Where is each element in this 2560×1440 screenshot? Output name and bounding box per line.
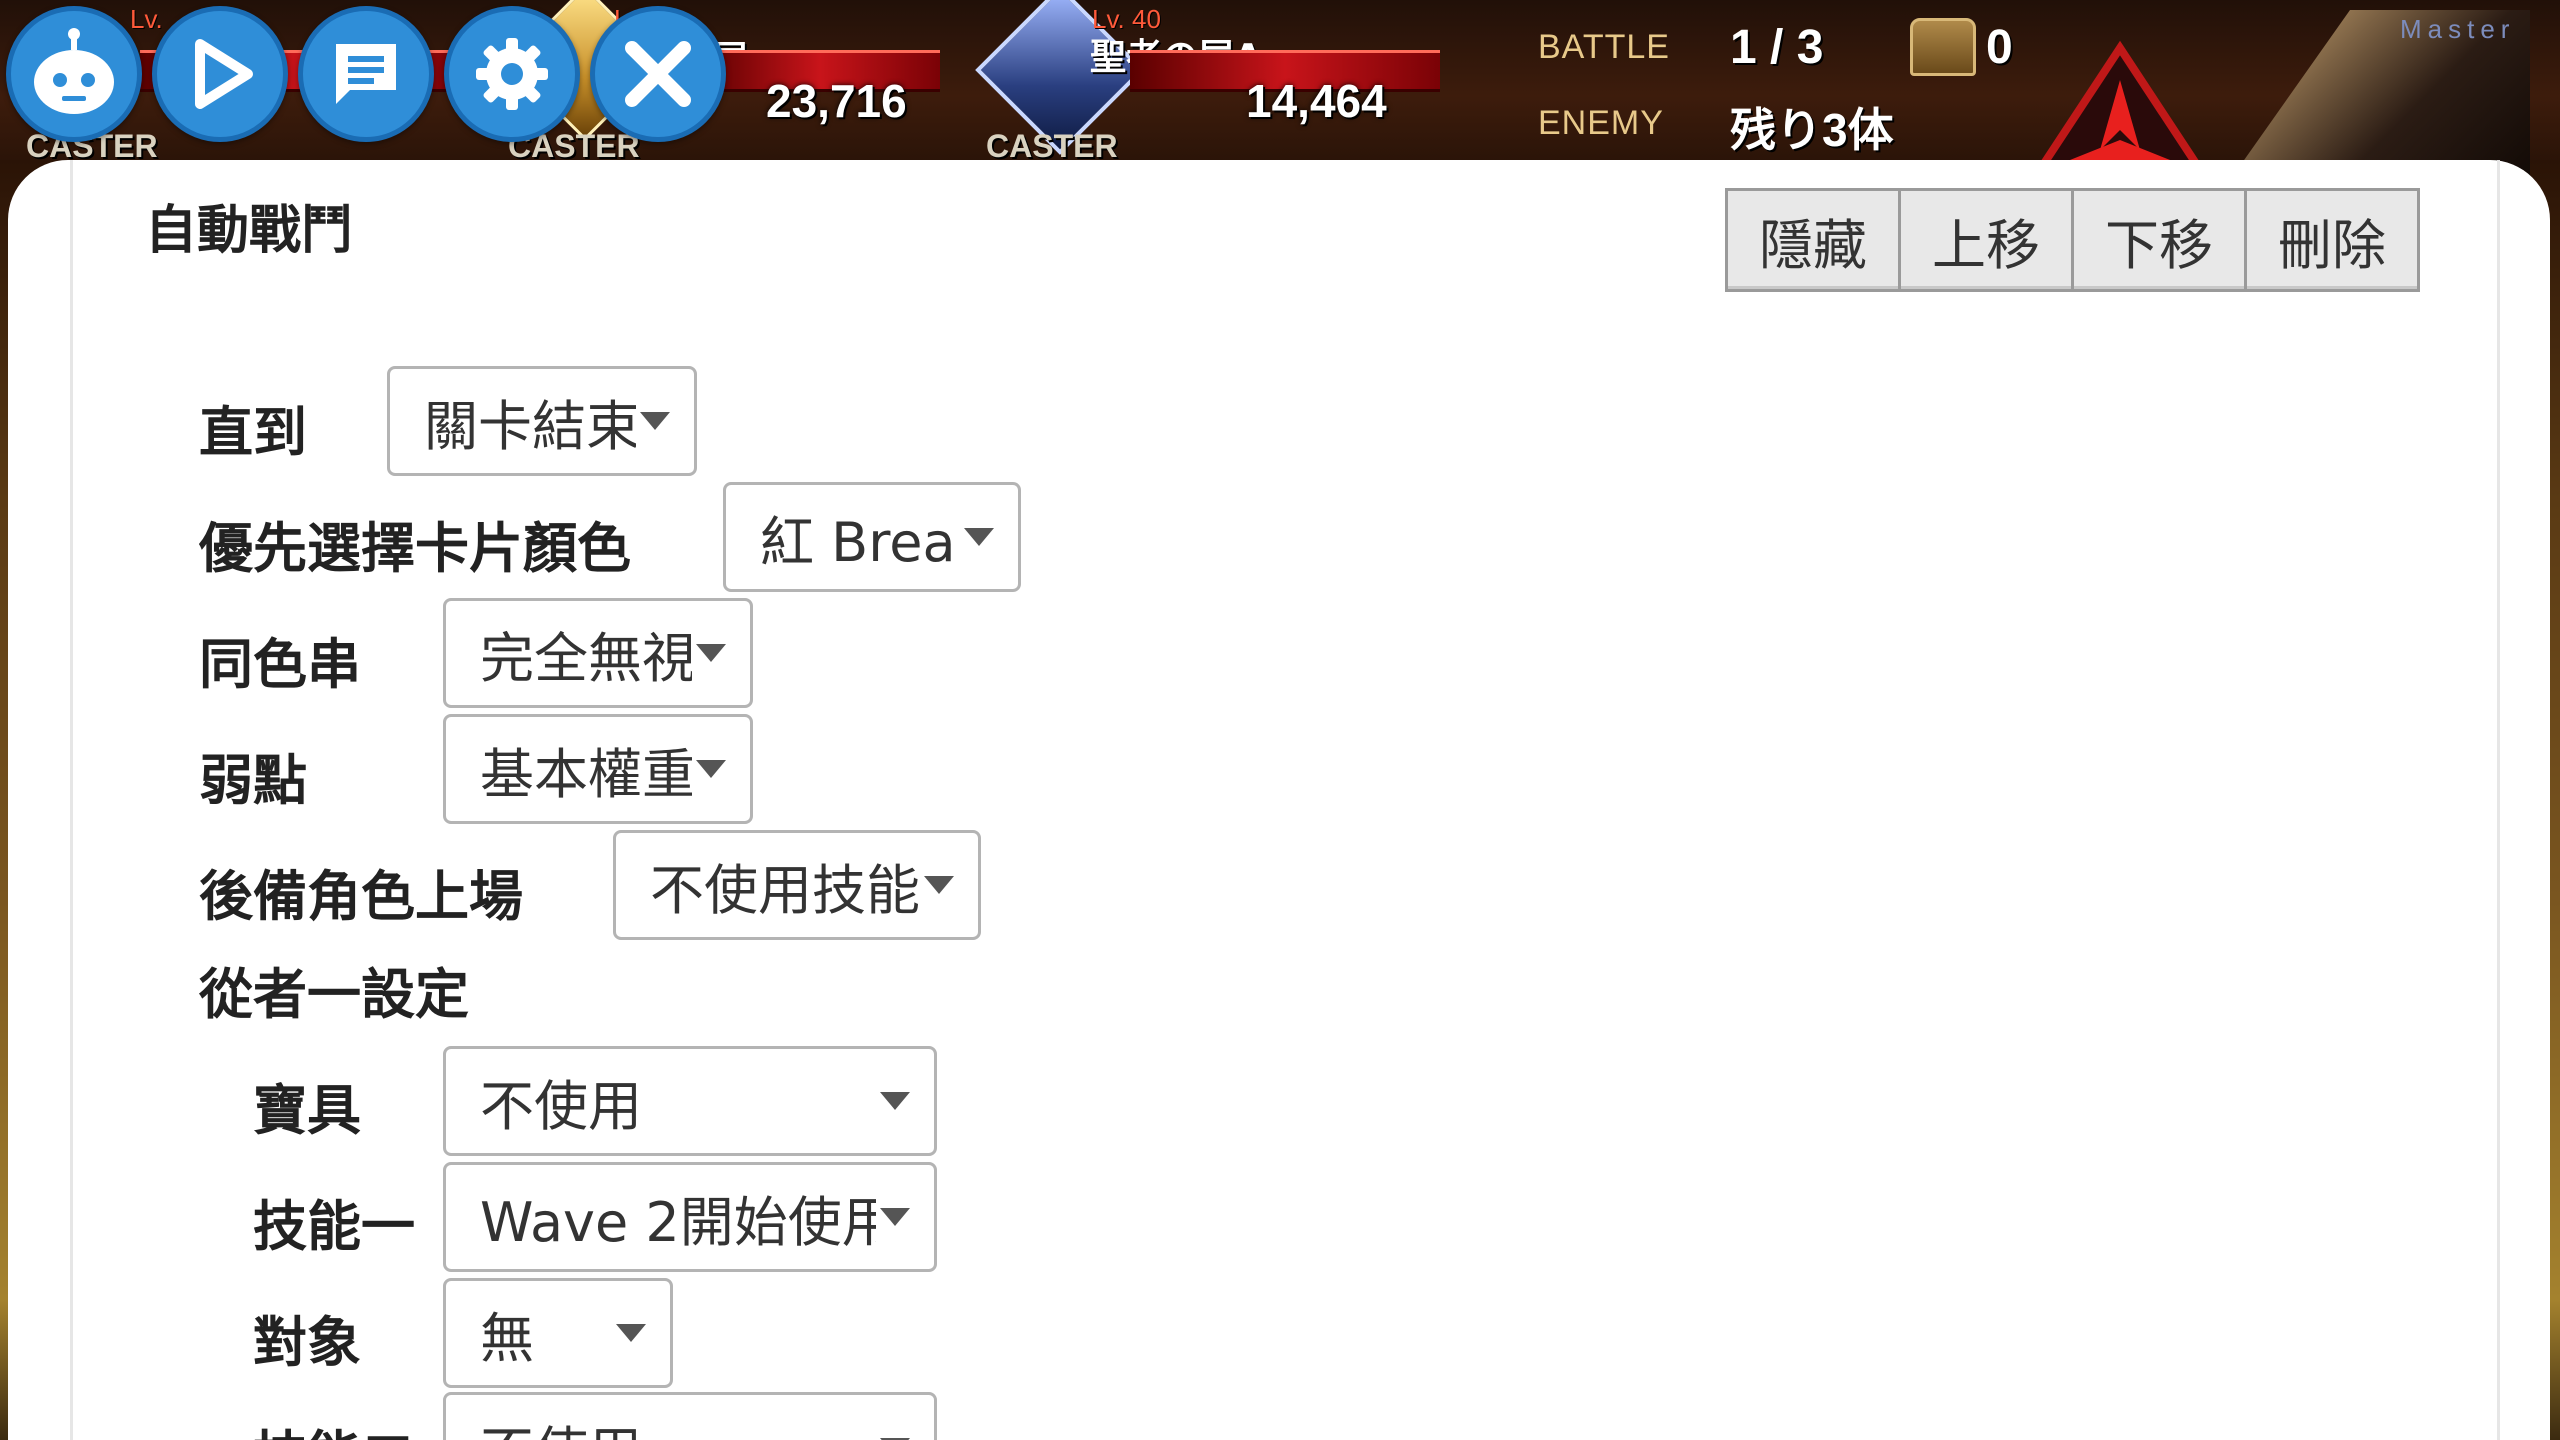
- backup-label: 後備角色上場: [199, 865, 523, 928]
- panel-title: 自動戰鬥: [145, 201, 354, 261]
- chevron-down-icon: [640, 412, 670, 430]
- card-color-label: 優先選擇卡片顏色: [199, 517, 631, 580]
- robot-button[interactable]: [6, 6, 142, 142]
- chevron-down-icon: [964, 528, 994, 546]
- close-icon: [625, 41, 691, 107]
- assistant-toolbar: [6, 6, 726, 142]
- battle-label: BATTLE: [1538, 28, 1670, 66]
- until-value: 關卡結束: [424, 394, 636, 458]
- np-value: 不使用: [480, 1074, 642, 1138]
- skill-one-select[interactable]: Wave 2開始使用: [443, 1162, 937, 1272]
- skill-one-value: Wave 2開始使用: [480, 1190, 876, 1254]
- chevron-down-icon: [696, 644, 726, 662]
- skill-one-label: 技能一: [253, 1195, 415, 1258]
- auto-battle-panel: 自動戰鬥 隱藏 上移 下移 刪除 直到 關卡結束 優先選擇卡片顏色 紅 Brea…: [8, 160, 2550, 1440]
- same-color-chain-select[interactable]: 完全無視: [443, 598, 753, 708]
- gear-icon: [476, 38, 548, 110]
- chevron-down-icon: [880, 1092, 910, 1110]
- backup-value: 不使用技能: [650, 858, 920, 922]
- chevron-down-icon: [616, 1324, 646, 1342]
- target-label: 對象: [253, 1311, 361, 1374]
- card-color-value: 紅 Break: [760, 510, 960, 574]
- move-up-button[interactable]: 上移: [1898, 188, 2074, 292]
- until-select[interactable]: 關卡結束: [387, 366, 697, 476]
- weakness-value: 基本權重: [480, 742, 692, 806]
- chat-button[interactable]: [298, 6, 434, 142]
- move-down-button[interactable]: 下移: [2071, 188, 2247, 292]
- same-color-chain-label: 同色串: [199, 633, 361, 696]
- skill-two-select[interactable]: 不使用: [443, 1392, 937, 1440]
- panel-actions: 隱藏 上移 下移 刪除: [1725, 188, 2420, 292]
- chevron-down-icon: [880, 1208, 910, 1226]
- treasure-count: 0: [1986, 21, 2013, 74]
- np-select[interactable]: 不使用: [443, 1046, 937, 1156]
- enemy-remaining: 残り3体: [1730, 104, 1894, 156]
- battle-value: 1 / 3: [1730, 21, 1824, 74]
- settings-button[interactable]: [444, 6, 580, 142]
- enemy-right-hp: 14,464: [1246, 75, 1387, 127]
- robot-icon: [34, 28, 114, 114]
- target-value: 無: [480, 1306, 534, 1370]
- close-button[interactable]: [590, 6, 726, 142]
- until-label: 直到: [199, 401, 307, 464]
- master-label: Master: [2400, 14, 2516, 44]
- skill-two-label: 技能二: [253, 1412, 415, 1440]
- treasure-chest-icon: [1910, 18, 1976, 76]
- card-color-select[interactable]: 紅 Break: [723, 482, 1021, 592]
- delete-button[interactable]: 刪除: [2244, 188, 2420, 292]
- enemy-label: ENEMY: [1538, 104, 1664, 142]
- panel-content: 自動戰鬥 隱藏 上移 下移 刪除 直到 關卡結束 優先選擇卡片顏色 紅 Brea…: [70, 160, 2500, 1440]
- weakness-label: 弱點: [199, 749, 307, 812]
- hide-button[interactable]: 隱藏: [1725, 188, 1901, 292]
- backup-select[interactable]: 不使用技能: [613, 830, 981, 940]
- play-button[interactable]: [152, 6, 288, 142]
- target-select[interactable]: 無: [443, 1278, 673, 1388]
- servant-one-settings-heading: 從者一設定: [199, 963, 469, 1026]
- np-label: 寶具: [253, 1079, 361, 1142]
- weakness-select[interactable]: 基本權重: [443, 714, 753, 824]
- chat-icon: [336, 44, 396, 104]
- play-icon: [195, 39, 253, 109]
- chevron-down-icon: [696, 760, 726, 778]
- chevron-down-icon: [924, 876, 954, 894]
- skill-two-value: 不使用: [480, 1408, 876, 1440]
- same-color-chain-value: 完全無視: [480, 626, 692, 690]
- enemy-mid-hp: 23,716: [766, 75, 907, 127]
